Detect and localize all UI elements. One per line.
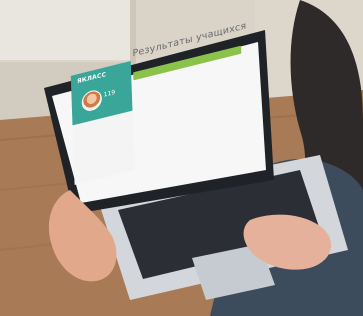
photo: ЯКЛАСС 119 Результаты учащихся xyxy=(0,0,363,316)
